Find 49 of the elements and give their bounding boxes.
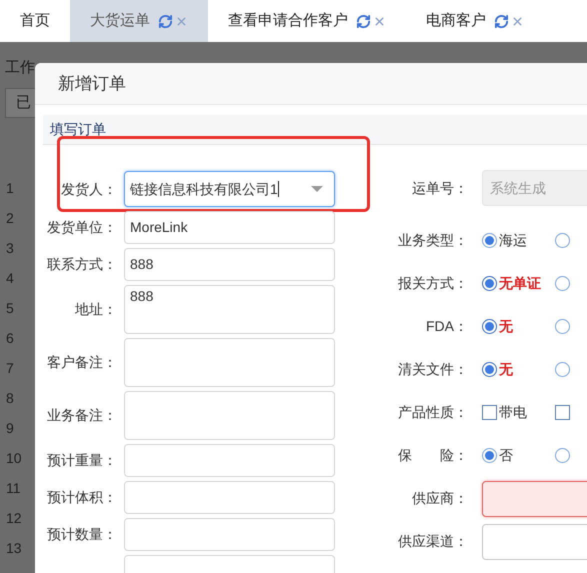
field-label: 客户备注： (47, 353, 117, 372)
field-label: FDA： (426, 317, 468, 336)
field-label: 发货人： (61, 180, 117, 198)
radio-label: 无 (499, 317, 513, 336)
row-number: 13 (5, 538, 23, 558)
section-title: 填写订单 (50, 120, 106, 139)
row-number: 3 (5, 238, 15, 258)
text-area[interactable]: 888 (124, 285, 335, 334)
checkbox-label: 带电 (499, 403, 527, 422)
tab-label: 电商客户 (426, 10, 486, 31)
radio-label: 海运 (499, 231, 527, 250)
row-number: 1 (5, 178, 15, 198)
field-label: 运单号： (412, 178, 468, 198)
radio-label: 否 (499, 446, 513, 465)
row-number: 7 (5, 358, 15, 378)
radio-label: 无单证 (499, 274, 541, 293)
field-label: 产品性质： (398, 403, 468, 422)
field-label: 预计数量： (47, 525, 117, 544)
row-number: 4 (5, 268, 15, 288)
row-number: 9 (5, 418, 15, 438)
radio-label: 无 (499, 360, 513, 379)
field-label: 地址： (75, 300, 117, 319)
dialog-title: 新增订单 (58, 72, 126, 95)
row-number: 2 (5, 208, 15, 228)
field-label: 预计体积： (47, 488, 117, 507)
tab[interactable]: 大货运单 (70, 0, 208, 42)
row-number: 6 (5, 328, 15, 348)
field-label: 预计重量： (47, 451, 117, 470)
field-label: 清关文件： (398, 360, 468, 379)
row-number: 10 (5, 448, 23, 468)
field-label: 保 险： (398, 446, 468, 465)
select-field[interactable]: 链接信息科技有限公司1 (124, 171, 335, 207)
tab-label: 首页 (20, 10, 50, 31)
row-number: 11 (5, 478, 22, 498)
input-field[interactable]: 888 (124, 248, 335, 281)
field-label: 联系方式： (47, 255, 117, 274)
field-label: 业务类型： (398, 231, 468, 250)
filter-label: 工作 (5, 58, 35, 78)
field-label: 供应渠道： (398, 532, 468, 551)
field-label: 报关方式： (398, 274, 468, 293)
input-field[interactable]: MoreLink (124, 211, 335, 244)
field-label: 业务备注： (47, 406, 117, 425)
row-number: 12 (5, 508, 23, 528)
tab-label: 大货运单 (90, 10, 150, 31)
row-number: 8 (5, 388, 15, 408)
row-number: 5 (5, 298, 15, 318)
field-label: 供应商： (412, 489, 468, 508)
tab-label: 查看申请合作客户 (228, 10, 348, 31)
field-label: 发货单位： (47, 218, 117, 237)
